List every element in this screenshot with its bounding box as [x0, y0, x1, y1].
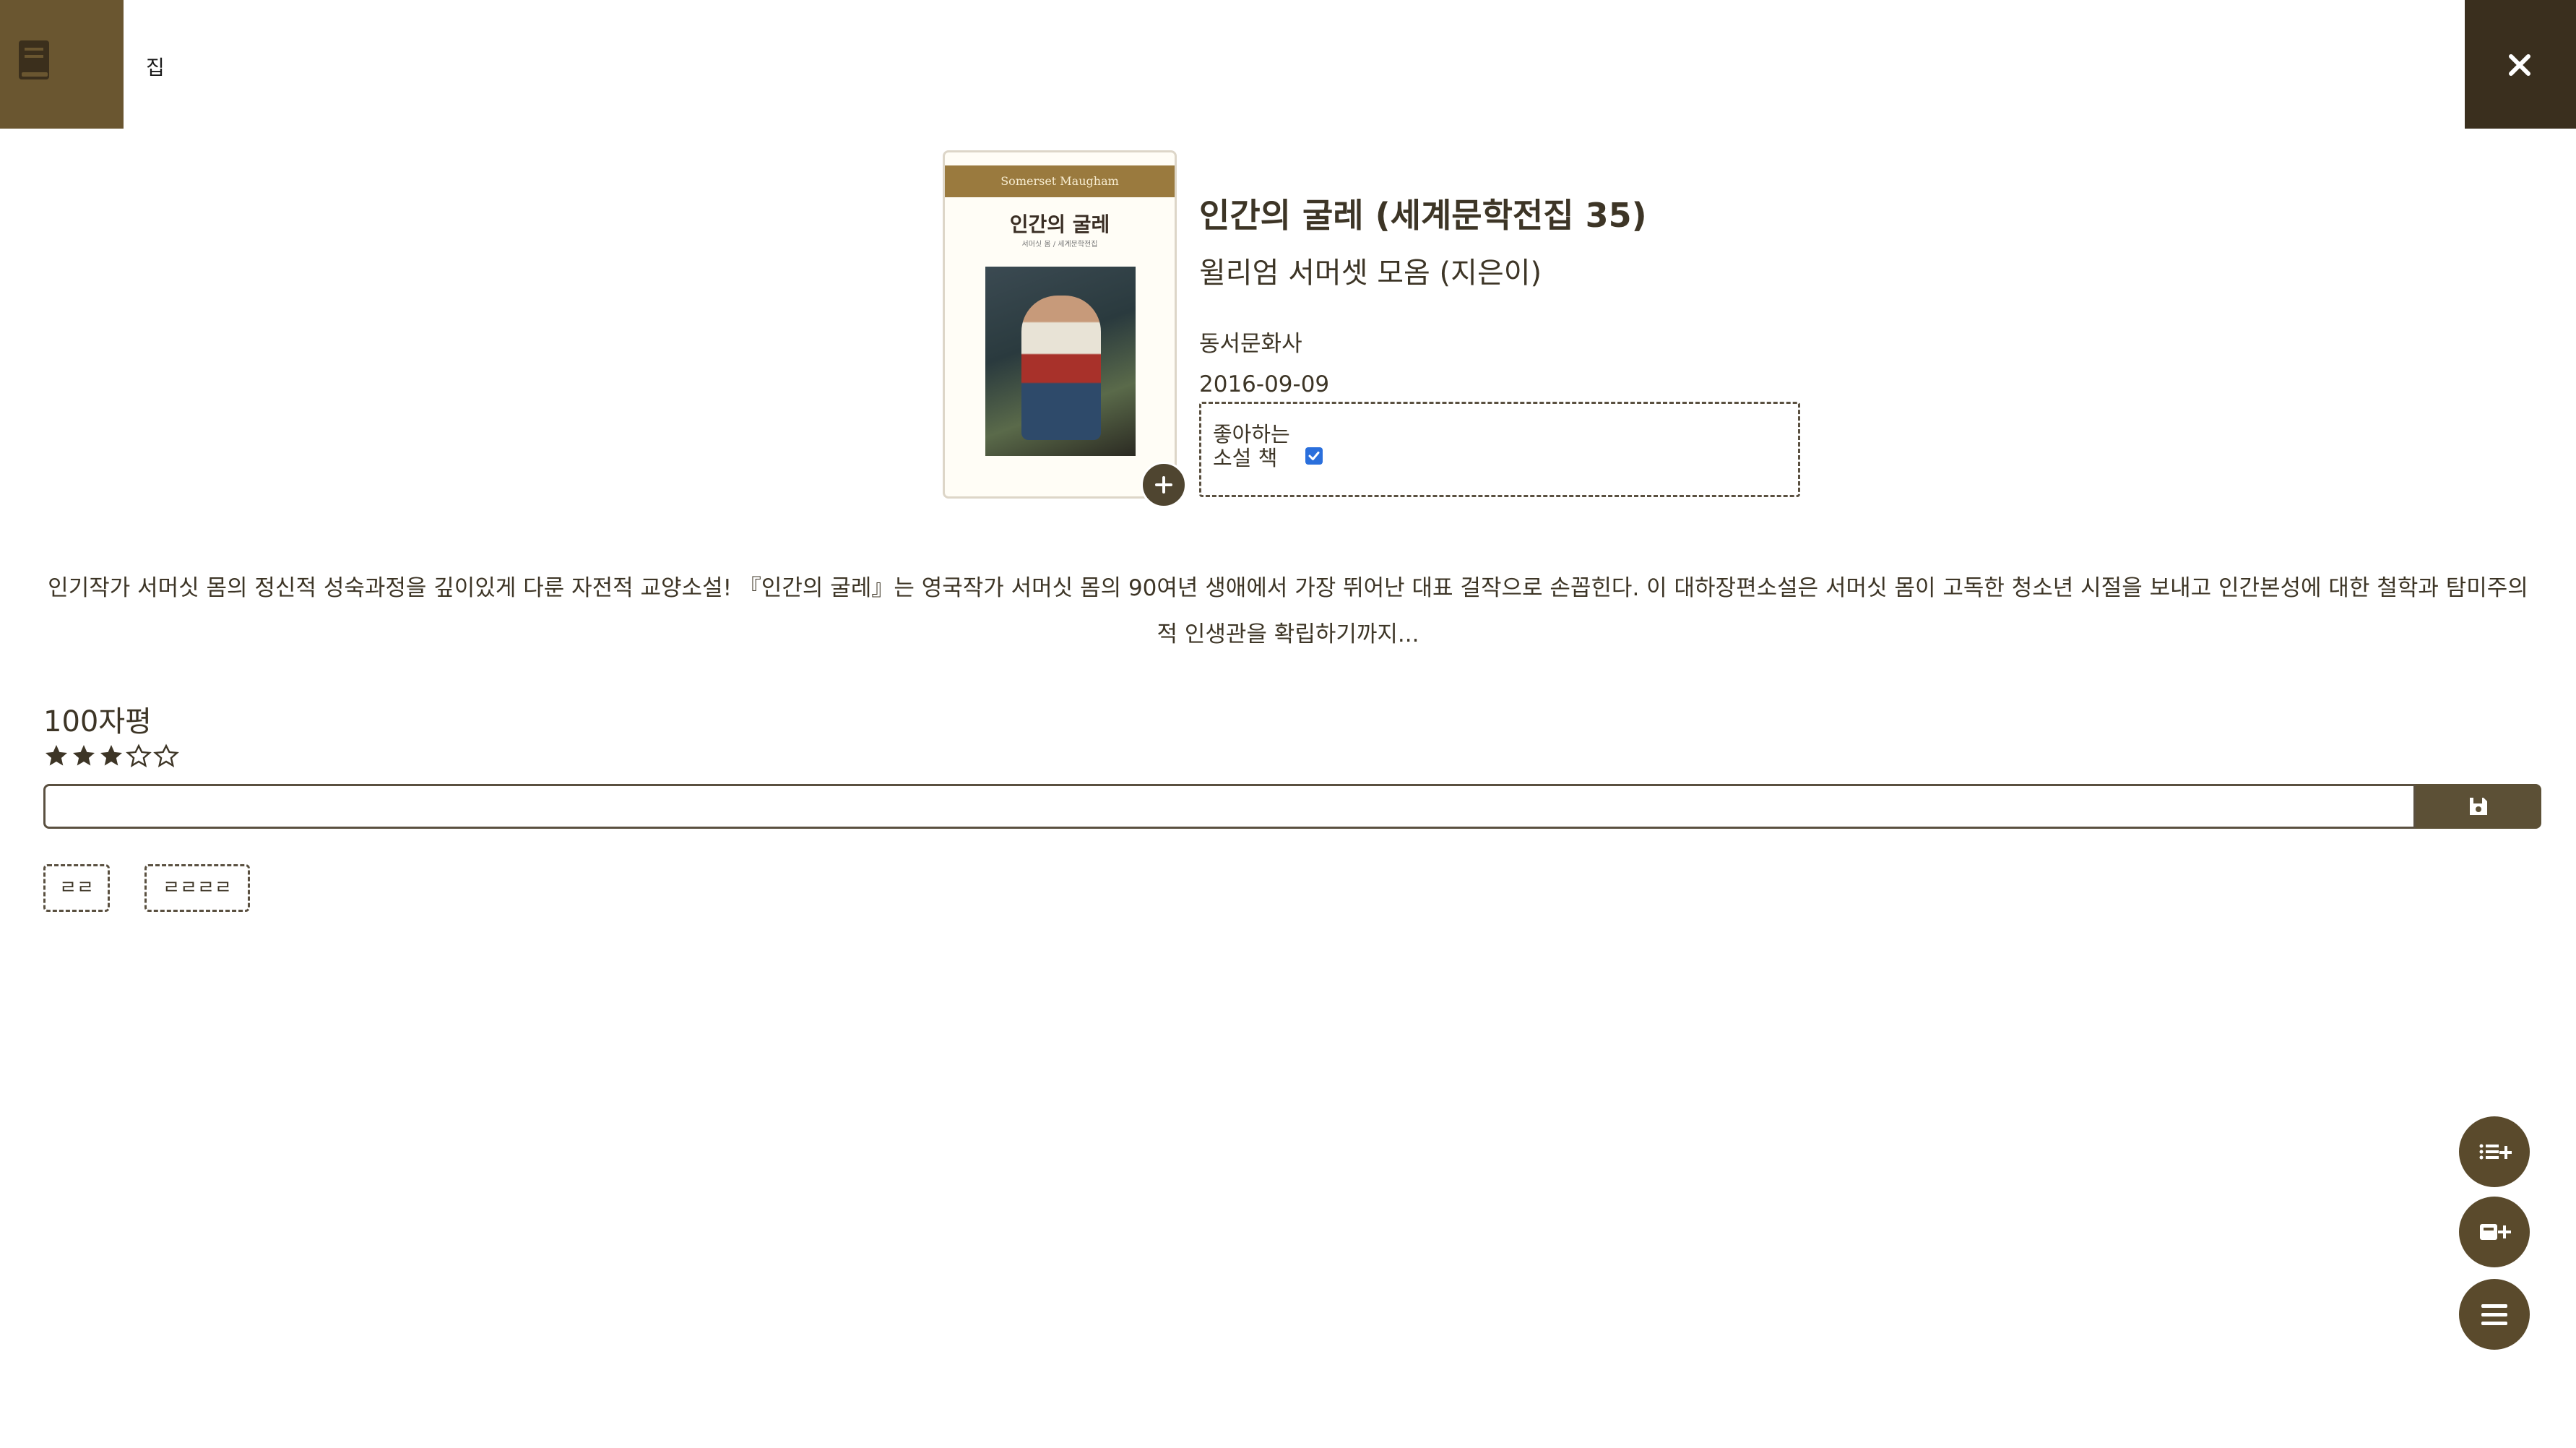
shelf-label: 좋아하는 소설 책	[1213, 422, 1290, 470]
list-add-icon	[2479, 1144, 2512, 1160]
cover-author-band: Somerset Maugham	[1000, 174, 1119, 188]
book-author: 윌리엄 서머셋 모옴 (지은이)	[1199, 257, 1542, 290]
star-icon-empty[interactable]	[153, 743, 179, 772]
star-icon-filled[interactable]	[71, 743, 97, 772]
add-book-fab[interactable]	[2459, 1197, 2530, 1267]
save-review-button[interactable]	[2416, 784, 2541, 829]
home-link[interactable]: 집	[146, 52, 165, 81]
add-to-shelf-button[interactable]	[1141, 462, 1187, 508]
add-list-fab[interactable]	[2459, 1116, 2530, 1187]
plus-icon	[1155, 476, 1172, 494]
menu-fab[interactable]	[2459, 1279, 2530, 1350]
cover-subtitle: 서머싯 몸 / 세계문학전집	[1021, 241, 1098, 249]
book-description: 인기작가 서머싯 몸의 정신적 성숙과정을 깊이있게 다룬 자전적 교양소설! …	[48, 575, 2528, 647]
star-icon-filled[interactable]	[98, 743, 124, 772]
menu-icon	[2481, 1304, 2507, 1325]
check-icon	[1308, 452, 1320, 460]
close-icon	[2509, 54, 2530, 76]
floppy-disk-icon	[2470, 798, 2487, 815]
close-button[interactable]	[2465, 0, 2576, 129]
star-icon-empty[interactable]	[126, 743, 152, 772]
book-icon	[19, 40, 49, 79]
shelf-checkbox[interactable]	[1305, 447, 1323, 465]
tag-chip[interactable]: ㄹㄹㄹㄹ	[144, 864, 250, 912]
shelf-tag-box: 좋아하는 소설 책	[1199, 402, 1800, 497]
book-date: 2016-09-09	[1199, 371, 1330, 397]
book-title: 인간의 굴레 (세계문학전집 35)	[1199, 196, 1647, 235]
cover-painting	[985, 267, 1136, 456]
star-rating[interactable]	[43, 743, 179, 772]
book-cover-image: Somerset Maugham 인간의 굴레 서머싯 몸 / 세계문학전집	[943, 150, 1177, 499]
logo-button[interactable]	[0, 0, 124, 129]
review-input[interactable]	[43, 784, 2416, 829]
book-publisher: 동서문화사	[1199, 331, 1302, 357]
star-icon-filled[interactable]	[43, 743, 69, 772]
top-bar: 집	[0, 0, 2576, 129]
review-heading: 100자평	[43, 705, 152, 738]
tag-chip[interactable]: ㄹㄹ	[43, 864, 110, 912]
book-add-icon	[2480, 1224, 2511, 1240]
cover-title: 인간의 굴레	[1009, 212, 1110, 236]
